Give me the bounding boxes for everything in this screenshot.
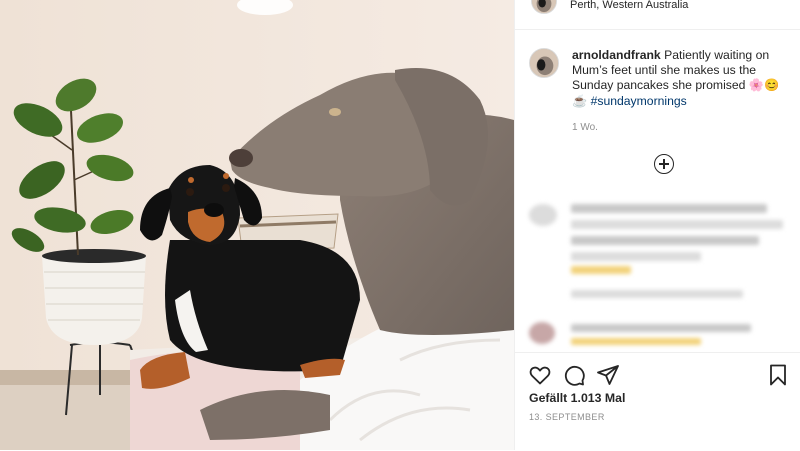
caption-avatar-icon[interactable]	[529, 48, 559, 78]
hashtag-link[interactable]: #sundaymornings	[591, 94, 687, 108]
post-date: 13. SEPTEMBER	[529, 412, 605, 422]
post-header: Perth, Western Australia	[515, 0, 800, 30]
post-sidebar: Perth, Western Australia arnoldandfrank …	[514, 0, 800, 450]
post-actions: Gefällt 1.013 Mal 13. SEPTEMBER	[515, 352, 800, 451]
caption-text: arnoldandfrank Patiently waiting on Mum’…	[572, 48, 787, 109]
plus-circle-icon[interactable]	[654, 154, 674, 174]
blurred-comment	[515, 196, 800, 306]
blurred-comment	[515, 318, 800, 350]
bookmark-icon[interactable]	[766, 363, 790, 387]
dogs-photo	[0, 0, 514, 450]
profile-avatar-icon[interactable]	[531, 0, 557, 14]
caption-username[interactable]: arnoldandfrank	[572, 48, 661, 62]
likes-count[interactable]: Gefällt 1.013 Mal	[529, 391, 625, 405]
comment-icon[interactable]	[562, 363, 586, 387]
post-photo[interactable]	[0, 0, 514, 450]
plant-pot	[42, 256, 146, 345]
location-link[interactable]: Perth, Western Australia	[570, 0, 688, 11]
share-icon[interactable]	[596, 363, 620, 387]
post-time[interactable]: 1 Wo.	[572, 122, 598, 133]
heart-icon[interactable]	[528, 363, 552, 387]
